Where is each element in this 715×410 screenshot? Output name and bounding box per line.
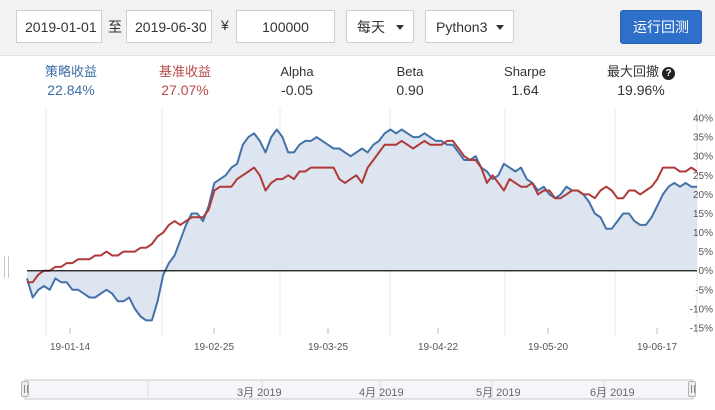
x-tick-label: 19-06-17	[637, 342, 677, 353]
strategy-area	[27, 129, 697, 321]
y-tick-label: 25%	[693, 171, 713, 182]
navigator-label: 4月 2019	[359, 387, 404, 399]
y-tick-label: 0%	[699, 266, 714, 277]
chevron-down-icon	[396, 25, 404, 30]
stat-label: 基准收益	[158, 64, 211, 79]
y-tick-label: 30%	[693, 152, 713, 163]
backtest-toolbar: 2019-01-01 至 2019-06-30 ¥ 100000 每天 Pyth…	[0, 0, 715, 56]
run-backtest-button[interactable]: 运行回测	[620, 10, 702, 44]
y-tick-label: -5%	[695, 285, 713, 296]
question-circle-icon[interactable]: ?	[662, 67, 675, 80]
currency-symbol: ¥	[221, 17, 229, 33]
stat-label: 策略收益	[44, 64, 97, 79]
stat-value: 27.07%	[161, 82, 209, 98]
stat-beta: Beta 0.90	[370, 64, 450, 99]
language-select-value: Python3	[436, 18, 488, 35]
navigator-right-handle[interactable]	[688, 381, 696, 397]
x-axis-labels: 19-01-14 19-02-25 19-03-25 19-04-22 19-05-20…	[50, 328, 677, 353]
y-tick-label: 10%	[693, 228, 713, 239]
frequency-select[interactable]: 每天	[346, 10, 414, 43]
stat-sharpe: Sharpe 1.64	[485, 64, 565, 99]
x-tick-label: 19-03-25	[308, 342, 348, 353]
y-tick-label: -10%	[690, 304, 713, 315]
y-tick-label: 20%	[693, 190, 713, 201]
y-tick-label: 40%	[693, 114, 713, 125]
x-tick-label: 19-04-22	[418, 342, 458, 353]
x-tick-label: 19-02-25	[194, 342, 234, 353]
stat-benchmark-return: 基准收益 27.07%	[145, 64, 225, 99]
stat-value: 22.84%	[47, 82, 95, 98]
start-date-input[interactable]: 2019-01-01	[16, 10, 102, 43]
stat-alpha: Alpha -0.05	[257, 64, 337, 99]
end-date-input[interactable]: 2019-06-30	[126, 10, 212, 43]
stat-label: Beta	[396, 64, 424, 79]
date-range-separator: 至	[108, 19, 122, 35]
stat-value: -0.05	[281, 82, 313, 98]
x-tick-label: 19-05-20	[528, 342, 568, 353]
stat-label: 最大回撤	[606, 64, 659, 79]
stat-strategy-return: 策略收益 22.84%	[31, 64, 111, 99]
stat-label: Alpha	[280, 64, 314, 79]
stat-label: Sharpe	[504, 64, 546, 79]
resize-grip[interactable]	[4, 256, 9, 278]
stat-value: 0.90	[396, 82, 424, 98]
stat-max-drawdown: 最大回撤? 19.96%	[596, 64, 686, 99]
frequency-select-value: 每天	[357, 18, 385, 35]
y-tick-label: -15%	[690, 324, 713, 335]
language-select[interactable]: Python3	[425, 10, 514, 43]
x-tick-label: 19-01-14	[50, 342, 90, 353]
stat-value: 1.64	[511, 82, 539, 98]
y-tick-label: 35%	[693, 133, 713, 144]
y-tick-label: 5%	[699, 247, 714, 258]
capital-input[interactable]: 100000	[236, 10, 335, 43]
navigator-label: 3月 2019	[237, 387, 282, 399]
navigator-label: 6月 2019	[590, 387, 635, 399]
chevron-down-icon	[496, 25, 504, 30]
returns-chart: 40% 35% 30% 25% 20% 15% 10% 5% 0% -5% -10% -15% 19-…	[24, 108, 714, 400]
navigator-left-handle[interactable]	[21, 381, 29, 397]
y-tick-label: 15%	[693, 209, 713, 220]
stat-value: 19.96%	[617, 82, 665, 98]
navigator-label: 5月 2019	[476, 387, 521, 399]
